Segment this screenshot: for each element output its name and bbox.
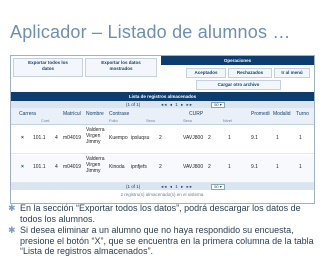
cell-contrasena: Kuempo	[109, 135, 128, 141]
bullet-text: En la sección “Exportar todos los datos”…	[20, 203, 301, 224]
export-all-label-line2: datos	[41, 65, 54, 71]
cell-folio: ipnfjefs	[131, 164, 147, 170]
col-matricula[interactable]: Matrícul	[63, 111, 81, 117]
page-navigation[interactable]: ◂◂ ◂ 1 ▸ ▸▸	[161, 183, 193, 190]
col-sexo[interactable]: Sexo	[146, 118, 155, 123]
cell-sexo: 2	[159, 164, 162, 170]
col-turno[interactable]: Turno	[296, 111, 309, 117]
table-row: × 101.1 4 m04019 Valderra Virgen Jimmy K…	[11, 155, 314, 183]
pager-bottom: (1 of 1) ◂◂ ◂ 1 ▸ ▸▸ 50 ▾	[11, 183, 314, 190]
export-shown-button[interactable]: Exportar los datos mostrados	[85, 58, 157, 77]
screenshot-panel: Exportar todos los datos Exportar los da…	[10, 55, 315, 204]
slide-title: Aplicador – Listado de alumnos …	[10, 22, 291, 42]
col-carrera[interactable]: Carrera	[19, 111, 36, 117]
accepted-button[interactable]: Aceptados	[186, 68, 226, 78]
cell-matricula: m04019	[63, 164, 82, 170]
cell-cvet: 4	[55, 164, 58, 170]
bullet-item: ✱ Si desea eliminar a un alumno que no h…	[8, 225, 316, 257]
cell-promedio: 9.1	[251, 164, 258, 170]
col-promedio[interactable]: Promedi	[251, 111, 270, 117]
export-all-button[interactable]: Exportar todos los datos	[13, 58, 83, 77]
bullet-text: Si desea eliminar a un alumno que no hay…	[20, 225, 314, 257]
col-modalidad[interactable]: Modalid	[273, 111, 291, 117]
cell-nivel: 1	[228, 164, 231, 170]
col-sexo-2[interactable]: Sexo	[183, 118, 192, 123]
cell-folio: ipsluqsu	[131, 135, 150, 141]
cell-curp: VAVJ800	[183, 135, 204, 141]
cell-nivel: 1	[228, 135, 231, 141]
col-nombre[interactable]: Nombre	[86, 111, 104, 117]
cell-modalidad: 1	[276, 135, 279, 141]
col-curp[interactable]: CURP	[189, 111, 203, 117]
cell-matricula: m04019	[63, 135, 82, 141]
page-size-select[interactable]: 50 ▾	[211, 183, 225, 190]
bullet-list: ✱ En la sección “Exportar todos los dato…	[8, 203, 316, 258]
table-header: Carrera Cvet. Matrícul Nombre Contrase F…	[11, 108, 314, 125]
delete-row-button[interactable]: ×	[21, 135, 24, 141]
cell-carrera: 101.1	[33, 135, 46, 141]
go-to-menu-button[interactable]: Ir al menú	[274, 68, 310, 78]
cell-curp: VAVJ800	[183, 164, 204, 170]
cell-sexo-2: 2	[208, 135, 211, 141]
page-indicator: (1 of 1)	[126, 102, 141, 107]
cell-nombre: Valderra Virgen Jimmy	[86, 156, 105, 174]
load-other-file-button[interactable]: Cargar otro archivo	[196, 80, 281, 90]
export-shown-label-line2: mostrados	[109, 65, 133, 71]
cell-turno: 1	[299, 164, 302, 170]
page-size-select[interactable]: 50 ▾	[211, 101, 225, 108]
cell-cvet: 4	[55, 135, 58, 141]
bullet-marker-icon: ✱	[8, 225, 16, 236]
cell-turno: 1	[299, 135, 302, 141]
pager-top: (1 of 1) ◂◂ ◂ 1 ▸ ▸▸ 50 ▾	[11, 101, 314, 108]
col-contrasena[interactable]: Contrase	[109, 111, 129, 117]
records-list-title: Lista de registros almacenados	[11, 92, 314, 101]
cell-carrera: 101.1	[33, 164, 46, 170]
operations-header: Operaciones	[161, 56, 314, 65]
cell-nombre: Valderra Virgen Jimmy	[86, 127, 105, 145]
cell-modalidad: 1	[276, 164, 279, 170]
cell-contrasena: Kinoda	[109, 164, 125, 170]
records-count-footer: 2 registro(s) almacenado(s) en el sistem…	[11, 190, 314, 203]
cell-sexo: 2	[159, 135, 162, 141]
cell-sexo-2: 2	[208, 164, 211, 170]
col-nivel-sub[interactable]: Nivel	[223, 118, 232, 123]
delete-row-button[interactable]: ×	[21, 164, 24, 170]
bullet-marker-icon: ✱	[8, 203, 16, 213]
rejected-button[interactable]: Rechazados	[228, 68, 272, 78]
page-navigation[interactable]: ◂◂ ◂ 1 ▸ ▸▸	[161, 101, 193, 108]
page-indicator: (1 of 1)	[126, 184, 141, 189]
cell-promedio: 9.1	[251, 135, 258, 141]
bullet-item: ✱ En la sección “Exportar todos los dato…	[8, 203, 316, 224]
col-folio[interactable]: Folio	[109, 118, 118, 123]
col-cvet[interactable]: Cvet.	[41, 118, 50, 123]
table-row: × 101.1 4 m04019 Valderra Virgen Jimmy K…	[11, 126, 314, 154]
